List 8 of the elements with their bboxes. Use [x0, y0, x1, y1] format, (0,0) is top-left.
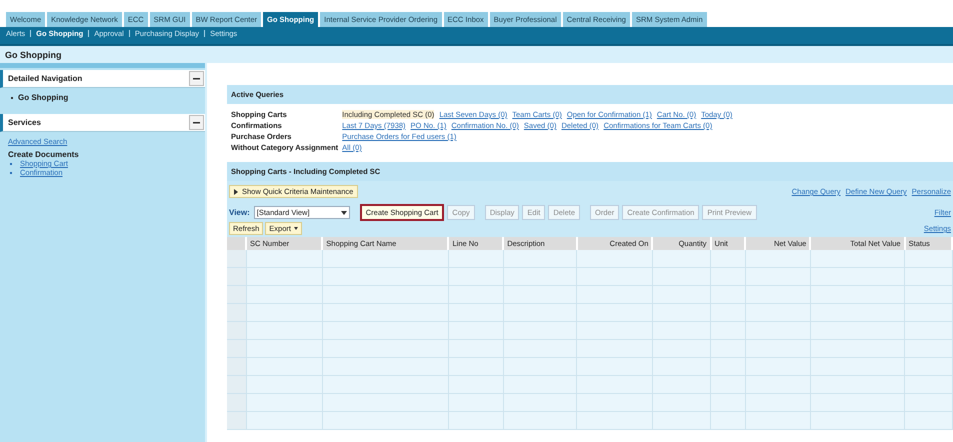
panel-title: Detailed Navigation	[8, 74, 82, 83]
nav-item[interactable]: Go Shopping	[18, 93, 68, 102]
page-title: Go Shopping	[5, 50, 62, 60]
panel-title: Services	[8, 118, 41, 127]
section-heading: Create Documents	[8, 150, 80, 159]
collapse-icon[interactable]	[189, 71, 204, 86]
view-label: View:	[229, 208, 250, 217]
collapse-icon[interactable]	[189, 115, 204, 130]
